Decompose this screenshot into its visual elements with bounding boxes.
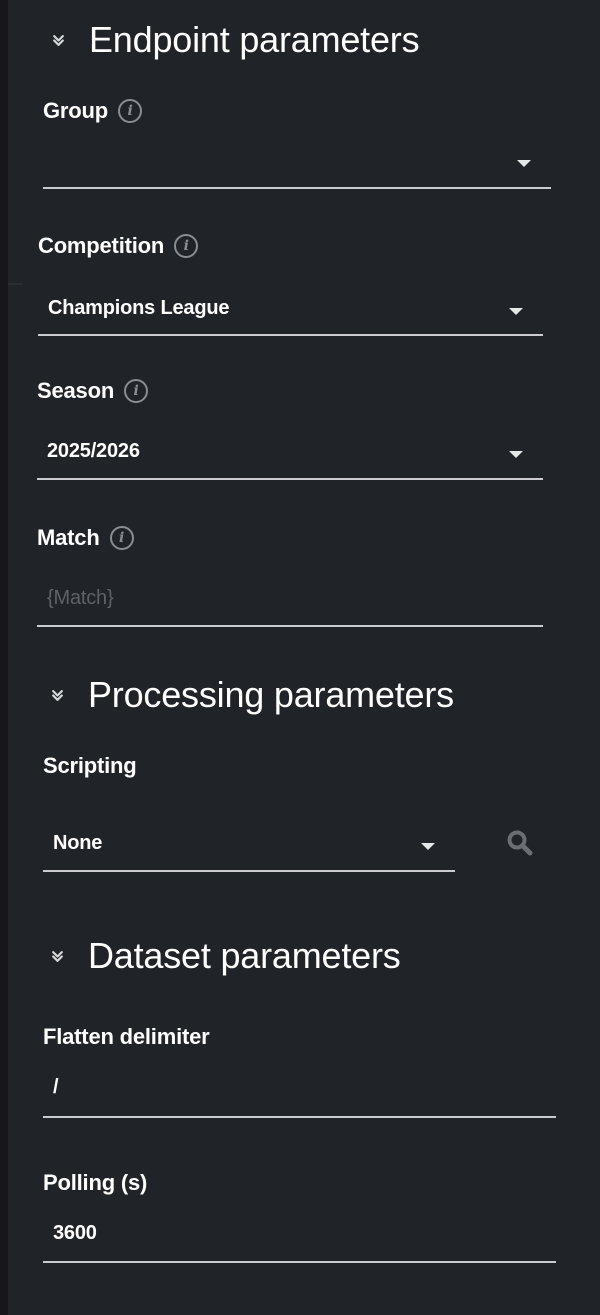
season-select[interactable]: 2025/2026 bbox=[37, 440, 543, 480]
parameters-panel: Endpoint parameters Group i Competition … bbox=[0, 0, 600, 1315]
section-title-processing: Processing parameters bbox=[88, 674, 454, 715]
double-chevron-down-icon[interactable] bbox=[49, 31, 67, 49]
group-select[interactable] bbox=[43, 150, 551, 189]
caret-down-icon[interactable] bbox=[517, 160, 531, 167]
search-icon[interactable] bbox=[505, 828, 535, 858]
left-edge-notch bbox=[8, 283, 22, 285]
section-title-dataset: Dataset parameters bbox=[88, 935, 401, 976]
info-icon[interactable]: i bbox=[118, 99, 142, 123]
field-label-scripting-text: Scripting bbox=[43, 753, 137, 778]
field-label-season-text: Season bbox=[37, 378, 115, 403]
double-chevron-down-icon[interactable] bbox=[48, 686, 66, 704]
field-label-competition: Competition i bbox=[38, 233, 199, 259]
competition-select[interactable]: Champions League bbox=[38, 297, 543, 336]
section-title-endpoint: Endpoint parameters bbox=[89, 19, 420, 60]
flatten-delimiter-input[interactable]: / bbox=[43, 1076, 556, 1118]
field-label-flatten-delimiter-text: Flatten delimiter bbox=[43, 1024, 210, 1049]
left-edge bbox=[0, 0, 8, 1315]
section-header-dataset: Dataset parameters bbox=[48, 936, 401, 976]
field-label-group-text: Group bbox=[43, 98, 108, 123]
double-chevron-down-icon[interactable] bbox=[48, 947, 66, 965]
polling-input[interactable]: 3600 bbox=[43, 1222, 556, 1263]
field-label-competition-text: Competition bbox=[38, 233, 165, 258]
field-label-scripting: Scripting bbox=[43, 753, 137, 779]
section-header-processing: Processing parameters bbox=[48, 675, 454, 715]
field-label-polling-text: Polling (s) bbox=[43, 1170, 148, 1195]
info-icon[interactable]: i bbox=[124, 379, 149, 403]
caret-down-icon[interactable] bbox=[421, 843, 435, 850]
field-label-match-text: Match bbox=[37, 525, 100, 550]
field-label-group: Group i bbox=[43, 98, 142, 124]
scripting-select[interactable]: None bbox=[43, 832, 455, 872]
field-label-polling: Polling (s) bbox=[43, 1170, 147, 1196]
info-icon[interactable]: i bbox=[174, 234, 199, 258]
field-label-match: Match i bbox=[37, 525, 134, 551]
season-select-value: 2025/2026 bbox=[47, 440, 140, 462]
polling-value: 3600 bbox=[53, 1222, 97, 1244]
match-input-placeholder: {Match} bbox=[47, 587, 114, 609]
scripting-select-value: None bbox=[53, 832, 103, 854]
match-input[interactable]: {Match} bbox=[37, 587, 543, 627]
section-header-endpoint: Endpoint parameters bbox=[49, 19, 420, 60]
competition-select-value: Champions League bbox=[48, 297, 230, 319]
flatten-delimiter-value: / bbox=[53, 1076, 59, 1098]
caret-down-icon[interactable] bbox=[509, 308, 523, 315]
field-label-season: Season i bbox=[37, 378, 149, 404]
caret-down-icon[interactable] bbox=[509, 451, 523, 458]
field-label-flatten-delimiter: Flatten delimiter bbox=[43, 1024, 210, 1050]
info-icon[interactable]: i bbox=[109, 526, 134, 550]
